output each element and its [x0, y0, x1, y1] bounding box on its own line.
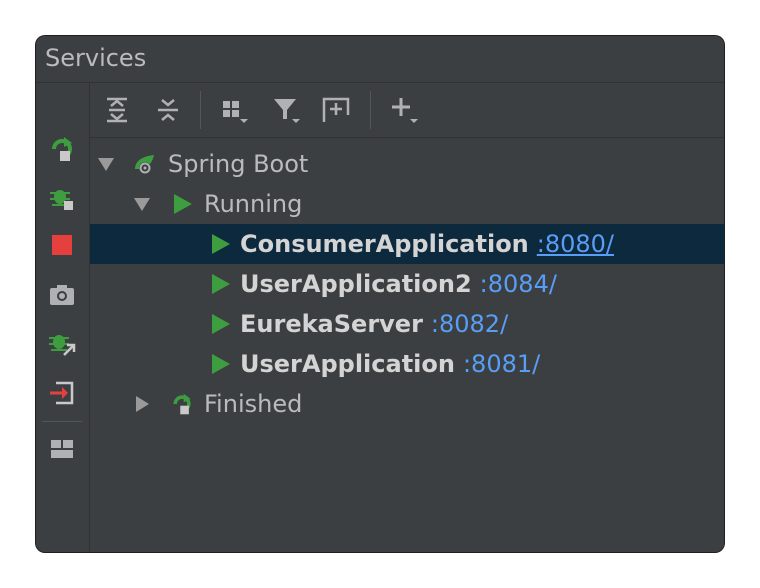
- stop-icon: [52, 235, 72, 255]
- tree-node-app-eureka[interactable]: EurekaServer:8082/: [90, 304, 724, 344]
- run-icon: [212, 314, 230, 334]
- tree-node-app-user2[interactable]: UserApplication2:8084/: [90, 264, 724, 304]
- collapse-all-icon: [158, 99, 178, 121]
- running-icon: [174, 194, 192, 214]
- attach-debugger-icon: [49, 335, 76, 356]
- toolbar-separator-1: [200, 91, 201, 129]
- new-tab-icon: [322, 97, 350, 122]
- snapshot-button[interactable]: [42, 275, 82, 315]
- services-window: Services Spring Boot Running ConsumerApp…: [36, 36, 724, 552]
- port-link[interactable]: :8084/: [480, 270, 557, 298]
- rerun-icon: [173, 393, 191, 415]
- port-link[interactable]: :8082/: [431, 310, 508, 338]
- group-by-icon: [223, 101, 248, 123]
- exit-button[interactable]: [42, 373, 82, 413]
- group-by-button[interactable]: [214, 90, 254, 130]
- filter-button[interactable]: [266, 90, 306, 130]
- layout-icon: [51, 440, 73, 458]
- new-tab-button[interactable]: [316, 90, 356, 130]
- services-tree-panel: Spring Boot Running ConsumerApplication:…: [90, 83, 724, 552]
- chevron-right-icon[interactable]: [132, 394, 152, 414]
- services-tree: Spring Boot Running ConsumerApplication:…: [90, 138, 724, 552]
- app-name-label: ConsumerApplication:8080/: [240, 230, 615, 258]
- exit-icon: [50, 381, 74, 405]
- tree-node-label: Running: [204, 190, 303, 218]
- chevron-down-icon[interactable]: [132, 194, 152, 214]
- add-service-button[interactable]: [384, 90, 424, 130]
- left-toolbar: [36, 83, 90, 552]
- debug-icon: [50, 190, 73, 210]
- app-name-label: UserApplication2:8084/: [240, 270, 557, 298]
- port-link[interactable]: :8081/: [463, 350, 540, 378]
- spring-boot-icon: [135, 155, 154, 174]
- stop-button[interactable]: [42, 225, 82, 265]
- app-name-label: UserApplication:8081/: [240, 350, 541, 378]
- left-toolbar-separator: [42, 421, 82, 422]
- title-bar: Services: [36, 36, 724, 83]
- expand-all-button[interactable]: [97, 90, 137, 130]
- run-icon: [212, 274, 230, 294]
- expand-all-icon: [107, 97, 127, 123]
- toolbar-separator-2: [370, 91, 371, 129]
- collapse-all-button[interactable]: [148, 90, 188, 130]
- tree-node-label: Finished: [204, 390, 303, 418]
- app-name-label: EurekaServer:8082/: [240, 310, 509, 338]
- run-icon: [212, 354, 230, 374]
- tree-node-label: Spring Boot: [168, 150, 309, 178]
- run-icon: [212, 234, 230, 254]
- filter-icon: [274, 99, 300, 123]
- top-toolbar: [90, 83, 724, 138]
- port-link[interactable]: :8080/: [537, 230, 614, 258]
- window-title: Services: [45, 44, 147, 72]
- layout-button[interactable]: [42, 429, 82, 469]
- tree-node-spring-boot[interactable]: Spring Boot: [90, 144, 724, 184]
- rerun-button[interactable]: [42, 129, 82, 169]
- add-icon: [392, 98, 418, 123]
- tree-node-app-consumer[interactable]: ConsumerApplication:8080/: [90, 224, 724, 264]
- tree-node-app-user[interactable]: UserApplication:8081/: [90, 344, 724, 384]
- chevron-down-icon[interactable]: [96, 154, 116, 174]
- rerun-icon: [52, 137, 72, 161]
- camera-icon: [50, 285, 74, 305]
- tree-node-running[interactable]: Running: [90, 184, 724, 224]
- attach-debugger-button[interactable]: [42, 323, 82, 363]
- tree-node-finished[interactable]: Finished: [90, 384, 724, 424]
- debug-button[interactable]: [42, 177, 82, 217]
